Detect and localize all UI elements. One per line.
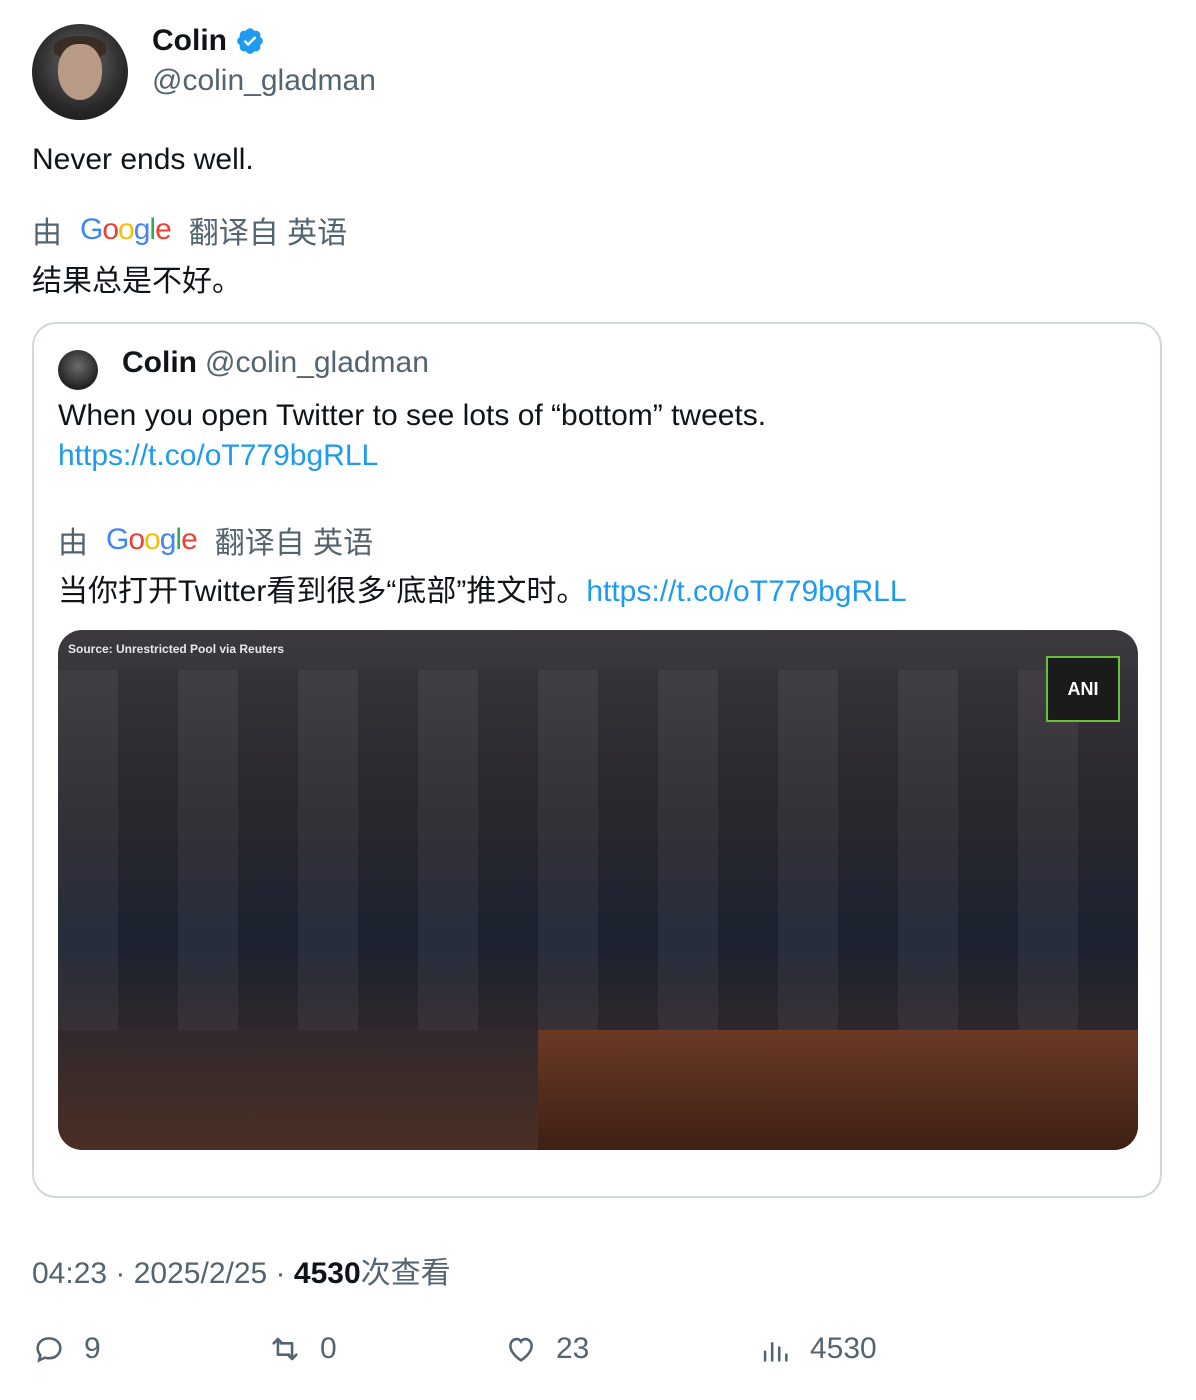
author-avatar[interactable] xyxy=(32,24,128,120)
views-action-count: 4530 xyxy=(810,1332,877,1365)
like-count: 23 xyxy=(556,1332,590,1365)
meta-separator: · xyxy=(107,1257,134,1290)
media-source-caption: Source: Unrestricted Pool via Reuters xyxy=(68,642,285,656)
tweet-translation-text: 结果总是不好。 xyxy=(32,265,242,298)
media-pew-placeholder xyxy=(538,1030,1138,1150)
translation-prefix: 由 xyxy=(32,217,62,250)
tweet-text: Never ends well. xyxy=(32,143,254,176)
heart-icon xyxy=(509,1337,533,1362)
quote-translation-prefix: 由 xyxy=(58,527,88,560)
quote-google-logo: Google xyxy=(106,523,198,556)
quote-text: When you open Twitter to see lots of “bo… xyxy=(58,399,767,432)
retweet-icon xyxy=(272,1337,298,1361)
quote-author-display-name: Colin xyxy=(122,346,197,379)
quote-author-avatar xyxy=(58,350,98,390)
media-watermark-logo: ANI xyxy=(1046,656,1120,722)
quote-translation-text: 当你打开Twitter看到很多“底部”推文时。 xyxy=(58,575,587,608)
author-display-name[interactable]: Colin xyxy=(152,24,227,58)
tweet-date[interactable]: 2025/2/25 xyxy=(134,1257,267,1290)
reply-count: 9 xyxy=(84,1332,101,1365)
views-button[interactable]: 4530 xyxy=(758,1332,877,1366)
views-label: 次查看 xyxy=(360,1257,451,1290)
quote-media-image[interactable]: Source: Unrestricted Pool via Reuters AN… xyxy=(58,630,1138,1150)
views-count: 4530 xyxy=(293,1257,361,1290)
reply-icon xyxy=(36,1337,62,1363)
tweet-meta: 04:23 · 2025/2/25 · 4530次查看 xyxy=(32,1248,451,1292)
quote-translation-suffix: 翻译自 英语 xyxy=(214,527,374,560)
media-crowd-placeholder xyxy=(58,670,1138,1030)
reply-button[interactable]: 9 xyxy=(32,1332,101,1366)
tweet-time[interactable]: 04:23 xyxy=(32,1257,107,1290)
translation-suffix: 翻译自 英语 xyxy=(188,217,348,250)
quote-author-row: Colin @colin_gladman xyxy=(122,346,429,380)
quote-link[interactable]: https://t.co/oT779bgRLL xyxy=(58,436,766,476)
retweet-button[interactable]: 0 xyxy=(268,1332,337,1366)
quoted-tweet[interactable]: Colin @colin_gladman When you open Twitt… xyxy=(32,322,1162,1198)
avatar-face xyxy=(58,44,102,100)
translation-attribution: 由 Google 翻译自 英语 xyxy=(32,208,347,252)
analytics-icon xyxy=(763,1342,788,1362)
verified-badge-icon xyxy=(237,28,263,54)
quote-translation-link[interactable]: https://t.co/oT779bgRLL xyxy=(586,575,906,608)
quote-translation-attribution: 由 Google 翻译自 英语 xyxy=(58,518,373,562)
quote-author-handle: @colin_gladman xyxy=(205,346,429,379)
author-name-row: Colin xyxy=(152,24,265,58)
meta-separator: · xyxy=(267,1257,294,1290)
quote-translation-text-row: 当你打开Twitter看到很多“底部”推文时。https://t.co/oT77… xyxy=(58,566,907,610)
google-logo: Google xyxy=(80,213,172,246)
like-button[interactable]: 23 xyxy=(504,1332,589,1366)
tweet-actions: 9 0 23 4530 xyxy=(32,1332,1162,1376)
quote-text-block: When you open Twitter to see lots of “bo… xyxy=(58,396,766,476)
retweet-count: 0 xyxy=(320,1332,337,1365)
author-handle[interactable]: @colin_gladman xyxy=(152,64,376,98)
